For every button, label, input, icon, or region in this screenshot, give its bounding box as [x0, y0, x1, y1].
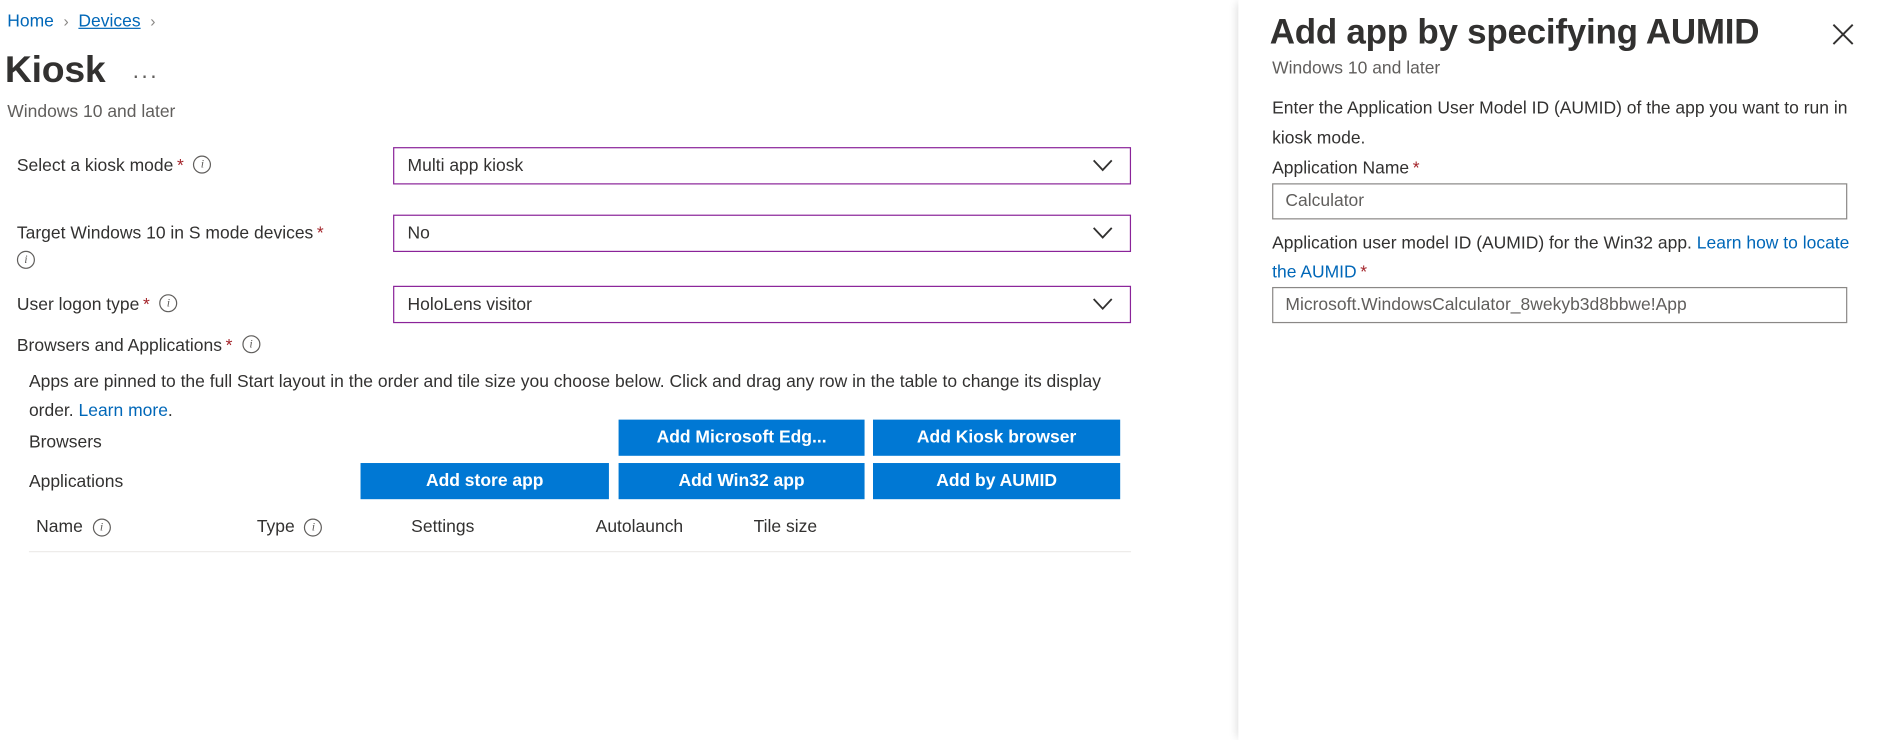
application-name-input[interactable] [1272, 183, 1847, 219]
required-asterisk: * [1413, 159, 1420, 178]
label-text: User logon type [17, 295, 139, 314]
app-root: Home › Devices › Kiosk ··· Windows 10 an… [0, 0, 1881, 740]
breadcrumb-item-home[interactable]: Home [7, 11, 54, 33]
label-text: Browsers and Applications [17, 336, 222, 355]
kiosk-configuration-pane: Home › Devices › Kiosk ··· Windows 10 an… [0, 0, 1238, 740]
learn-more-link[interactable]: Learn more [79, 402, 168, 421]
browsers-apps-helper-text: Apps are pinned to the full Start layout… [29, 368, 1114, 426]
page-title-row: Kiosk ··· [5, 48, 159, 91]
required-asterisk: * [317, 224, 324, 243]
dropdown-s-mode[interactable]: No [393, 215, 1131, 252]
chevron-down-icon [1086, 227, 1117, 240]
label-text: Target Windows 10 in S mode devices [17, 224, 313, 243]
more-options-icon[interactable]: ··· [132, 66, 159, 88]
breadcrumb: Home › Devices › [7, 11, 165, 33]
helper-text-part1: Apps are pinned to the full Start layout… [29, 373, 1101, 421]
column-header-type[interactable]: Type [257, 517, 323, 536]
label-s-mode: Target Windows 10 in S mode devices* [17, 222, 379, 274]
add-win32-app-button[interactable]: Add Win32 app [619, 463, 865, 499]
row-label-browsers: Browsers [29, 433, 102, 452]
info-icon[interactable] [242, 335, 260, 353]
column-header-tile-size[interactable]: Tile size [754, 517, 817, 536]
breadcrumb-item-devices[interactable]: Devices [78, 11, 140, 33]
apps-table-header: Name Type Settings Autolaunch Tile size [29, 506, 1131, 552]
add-store-app-button[interactable]: Add store app [361, 463, 609, 499]
helper-text-period: . [168, 402, 173, 421]
add-kiosk-browser-button[interactable]: Add Kiosk browser [873, 420, 1120, 456]
page-subtitle: Windows 10 and later [7, 102, 175, 121]
chevron-right-icon: › [150, 11, 155, 33]
info-icon[interactable] [304, 518, 322, 536]
info-icon[interactable] [92, 518, 110, 536]
required-asterisk: * [177, 157, 184, 176]
add-app-aumid-flyout: Add app by specifying AUMID Windows 10 a… [1238, 0, 1881, 740]
flyout-subtitle: Windows 10 and later [1272, 59, 1440, 78]
dropdown-logon-type[interactable]: HoloLens visitor [393, 286, 1131, 323]
required-asterisk: * [1360, 263, 1367, 282]
label-text: Application user model ID (AUMID) for th… [1272, 234, 1697, 253]
flyout-title: Add app by specifying AUMID [1270, 10, 1760, 56]
page-title: Kiosk [5, 48, 106, 91]
label-application-name: Application Name* [1272, 154, 1851, 183]
label-logon-type: User logon type* [17, 293, 379, 317]
info-icon[interactable] [17, 251, 35, 269]
label-text: Application Name [1272, 159, 1409, 178]
close-icon[interactable] [1823, 14, 1862, 53]
dropdown-kiosk-mode-value: Multi app kiosk [394, 156, 1086, 175]
chevron-down-icon [1086, 159, 1117, 172]
label-kiosk-mode: Select a kiosk mode* [17, 154, 379, 178]
column-label: Type [257, 517, 295, 536]
column-header-name[interactable]: Name [36, 517, 110, 536]
info-icon[interactable] [193, 156, 211, 174]
label-browsers-and-applications: Browsers and Applications* [17, 335, 260, 355]
flyout-description: Enter the Application User Model ID (AUM… [1272, 94, 1848, 154]
add-microsoft-edge-button[interactable]: Add Microsoft Edg... [619, 420, 865, 456]
required-asterisk: * [143, 295, 150, 314]
column-header-settings[interactable]: Settings [411, 517, 474, 536]
column-header-autolaunch[interactable]: Autolaunch [596, 517, 683, 536]
dropdown-s-mode-value: No [394, 224, 1086, 243]
column-label: Name [36, 517, 83, 536]
dropdown-kiosk-mode[interactable]: Multi app kiosk [393, 147, 1131, 184]
required-asterisk: * [226, 336, 233, 355]
label-text: Select a kiosk mode [17, 157, 173, 176]
row-label-applications: Applications [29, 473, 123, 492]
add-by-aumid-button[interactable]: Add by AUMID [873, 463, 1120, 499]
label-aumid: Application user model ID (AUMID) for th… [1272, 229, 1851, 287]
info-icon[interactable] [159, 294, 177, 312]
aumid-input[interactable] [1272, 287, 1847, 323]
chevron-right-icon: › [64, 11, 69, 33]
chevron-down-icon [1086, 298, 1117, 311]
dropdown-logon-type-value: HoloLens visitor [394, 295, 1086, 314]
